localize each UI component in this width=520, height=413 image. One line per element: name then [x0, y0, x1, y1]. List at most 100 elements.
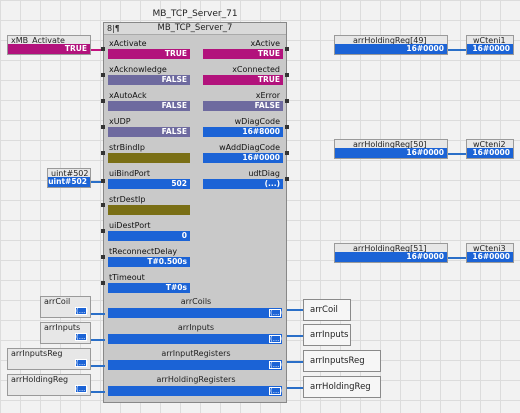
pin-treconnectdelay: tReconnectDelay: [109, 247, 178, 256]
block-header: 8|¶ MB_TCP_Server_7: [104, 23, 286, 35]
value-xautoack[interactable]: FALSE: [108, 101, 190, 111]
target-wcteni1[interactable]: wCteni1 16#0000: [466, 35, 514, 55]
wire: [448, 49, 466, 51]
value-ttimeout[interactable]: T#0s: [108, 283, 190, 293]
inout-arrinputregisters-value[interactable]: (...): [269, 361, 282, 369]
output-arrinputs[interactable]: arrInputs: [303, 324, 351, 346]
wire: [448, 257, 466, 259]
pin-xactive: xActive: [250, 39, 280, 48]
var-arrcoil-in[interactable]: arrCoil (...): [40, 296, 91, 318]
value-xactive[interactable]: TRUE: [203, 49, 283, 59]
pin-xactivate: xActivate: [109, 39, 147, 48]
pin-strbindip: strBindIp: [109, 143, 145, 152]
wire: [91, 313, 105, 315]
inout-arrcoils-value[interactable]: (...): [269, 309, 282, 317]
block-instance-name: MB_TCP_Server_71: [152, 9, 238, 19]
pin-node: [101, 179, 105, 183]
var-name: arrCoil: [44, 297, 71, 306]
value-strdestip[interactable]: [108, 205, 190, 215]
value-xacknowledge[interactable]: FALSE: [108, 75, 190, 85]
inout-arrholdingregisters-label: arrHoldingRegisters: [156, 375, 236, 384]
wire: [287, 335, 303, 337]
value-wdiagcode[interactable]: 16#8000: [203, 127, 283, 137]
pin-xerror: xError: [255, 91, 280, 100]
pin-node: [101, 151, 105, 155]
inout-arrinputs-value[interactable]: (...): [269, 335, 282, 343]
var-value: (...): [75, 333, 89, 341]
var-value: TRUE: [8, 44, 90, 54]
var-name: arrInputsReg: [11, 349, 63, 358]
value-udtdiag[interactable]: (...): [203, 179, 283, 189]
var-arrinputsreg-in[interactable]: arrInputsReg (...): [7, 348, 91, 370]
var-value: (...): [75, 385, 89, 393]
block-type-name: MB_TCP_Server_7: [157, 23, 233, 33]
function-block[interactable]: 8|¶ MB_TCP_Server_7 xActivate TRUE xAckn…: [103, 22, 287, 403]
output-arrinputsreg[interactable]: arrInputsReg: [303, 350, 381, 372]
var-arrholdingreg-in[interactable]: arrHoldingReg (...): [7, 374, 91, 396]
pin-node: [285, 99, 289, 103]
pin-node: [101, 99, 105, 103]
inout-arrinputregisters-bar: [108, 360, 282, 370]
holding-reg-51[interactable]: arrHoldingReg[51] 16#0000: [334, 243, 448, 263]
wire: [91, 365, 105, 367]
value-treconnectdelay[interactable]: T#0.500s: [108, 257, 190, 267]
value-xconnected[interactable]: TRUE: [203, 75, 283, 85]
pin-node: [101, 255, 105, 259]
wire: [91, 339, 105, 341]
pin-xconnected: xConnected: [232, 65, 280, 74]
pin-node: [101, 203, 105, 207]
pin-uibindport: uiBindPort: [109, 169, 151, 178]
pin-node: [285, 177, 289, 181]
wire: [91, 391, 105, 393]
var-value: 16#0000: [335, 252, 447, 262]
var-value: 16#0000: [467, 148, 513, 158]
inout-arrholdingregisters-bar: [108, 386, 282, 396]
var-value: 16#0000: [467, 252, 513, 262]
value-strbindip[interactable]: [108, 153, 190, 163]
pin-node: [285, 73, 289, 77]
pin-node: [285, 151, 289, 155]
value-wadddiagcode[interactable]: 16#0000: [203, 153, 283, 163]
pin-wadddiagcode: wAddDiagCode: [219, 143, 280, 152]
inout-arrcoils-label: arrCoils: [180, 297, 212, 306]
value-uibindport[interactable]: 502: [108, 179, 190, 189]
pin-node: [101, 73, 105, 77]
value-xactivate[interactable]: TRUE: [108, 49, 190, 59]
var-uint-502[interactable]: uint#502 uint#502: [47, 168, 91, 188]
var-name: arrInputs: [44, 323, 81, 332]
wire: [287, 387, 303, 389]
var-xmb-activate[interactable]: xMB_Activate TRUE: [7, 35, 91, 55]
pin-node: [285, 47, 289, 51]
holding-reg-50[interactable]: arrHoldingReg[50] 16#0000: [334, 139, 448, 159]
pin-node: [285, 125, 289, 129]
value-xudp[interactable]: FALSE: [108, 127, 190, 137]
wire: [287, 361, 303, 363]
var-value: 16#0000: [335, 44, 447, 54]
inout-arrcoils-bar: [108, 308, 282, 318]
target-wcteni2[interactable]: wCteni2 16#0000: [466, 139, 514, 159]
var-value: (...): [75, 307, 89, 315]
holding-reg-49[interactable]: arrHoldingReg[49] 16#0000: [334, 35, 448, 55]
inout-arrholdingregisters-value[interactable]: (...): [269, 387, 282, 395]
var-value: 16#0000: [335, 148, 447, 158]
pin-ttimeout: tTimeout: [109, 273, 145, 282]
pin-xautoack: xAutoAck: [109, 91, 147, 100]
var-value: (...): [75, 359, 89, 367]
wire: [287, 309, 303, 311]
pin-xacknowledge: xAcknowledge: [109, 65, 167, 74]
wire: [448, 153, 466, 155]
value-uidestport[interactable]: 0: [108, 231, 190, 241]
pin-node: [101, 125, 105, 129]
pin-node: [101, 229, 105, 233]
output-arrcoil[interactable]: arrCoil: [303, 299, 351, 321]
output-arrholdingreg[interactable]: arrHoldingReg: [303, 376, 381, 398]
pin-udtdiag: udtDiag: [248, 169, 280, 178]
pin-strdestip: strDestIp: [109, 195, 146, 204]
pin-xudp: xUDP: [109, 117, 131, 126]
var-name: arrHoldingReg: [11, 375, 69, 384]
var-value: uint#502: [48, 177, 90, 187]
inout-arrinputregisters-label: arrInputRegisters: [161, 349, 231, 358]
value-xerror[interactable]: FALSE: [203, 101, 283, 111]
target-wcteni3[interactable]: wCteni3 16#0000: [466, 243, 514, 263]
var-arrinputs-in[interactable]: arrInputs (...): [40, 322, 91, 344]
